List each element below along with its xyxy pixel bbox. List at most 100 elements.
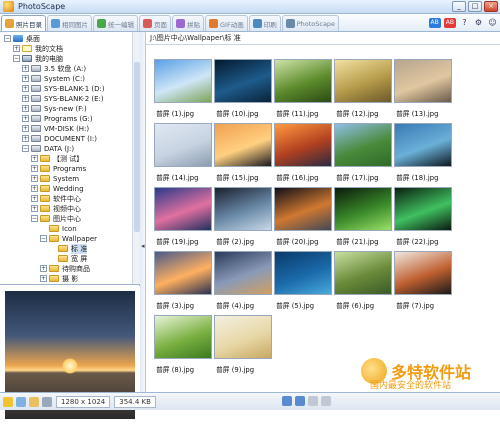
tree-node[interactable]: Icon [40, 224, 77, 233]
tree-node[interactable]: + 摄 影 [40, 274, 78, 283]
thumbnail-image[interactable] [394, 251, 452, 295]
thumbnail-item[interactable]: 普屏 (4).jpg [214, 251, 272, 315]
thumbnail-image[interactable] [334, 251, 392, 295]
thumbnail-item[interactable]: 普屏 (13).jpg [394, 59, 452, 123]
expander-icon[interactable]: + [22, 95, 29, 102]
expander-icon[interactable]: + [22, 125, 29, 132]
thumbnail-image[interactable] [214, 315, 272, 359]
tab-2[interactable]: 统一编辑 [93, 15, 138, 31]
expander-icon[interactable]: − [31, 215, 38, 222]
tab-4[interactable]: 拼贴 [172, 15, 204, 31]
expander-icon[interactable]: + [22, 105, 29, 112]
thumbnail-image[interactable] [394, 123, 452, 167]
view-icon[interactable] [42, 396, 52, 407]
thumbnail-item[interactable]: 普屏 (16).jpg [274, 123, 332, 187]
thumbnail-image[interactable] [334, 59, 392, 103]
thumbnail-item[interactable]: 普屏 (12).jpg [334, 59, 392, 123]
thumbnail-item[interactable]: 普屏 (21).jpg [334, 187, 392, 251]
tree-node[interactable]: +3.5 软盘 (A:) [22, 64, 86, 73]
expander-icon[interactable]: + [22, 75, 29, 82]
tree-node[interactable]: + Sys-new (F:) [22, 104, 87, 113]
tree-node[interactable]: + 待购商品 [40, 264, 90, 273]
expander-icon[interactable]: − [22, 145, 29, 152]
thumbnail-image[interactable] [214, 123, 272, 167]
thumbnail-item[interactable]: 普屏 (18).jpg [394, 123, 452, 187]
expander-icon[interactable]: + [40, 265, 47, 272]
thumbnail-image[interactable] [274, 123, 332, 167]
thumbnail-item[interactable]: 普屏 (5).jpg [274, 251, 332, 315]
tab-3[interactable]: 页面 [139, 15, 171, 31]
tree-node[interactable]: + Programs (G:) [22, 114, 93, 123]
expander-icon[interactable]: + [31, 165, 38, 172]
tab-0[interactable]: 照片目录 [1, 15, 46, 31]
tree-node[interactable]: − 我的电脑 [13, 54, 63, 63]
thumbnail-image[interactable] [334, 123, 392, 167]
thumbnail-item[interactable]: 普屏 (7).jpg [394, 251, 452, 315]
tab-6[interactable]: 印刷 [248, 15, 281, 31]
tab-1[interactable]: 相同图片 [47, 15, 92, 31]
thumbnail-image[interactable] [214, 251, 272, 295]
expander-icon[interactable]: + [31, 175, 38, 182]
tree-node[interactable]: + 视频中心 [31, 204, 81, 213]
star-icon[interactable] [3, 396, 13, 407]
tree-node[interactable]: + Wedding [31, 184, 84, 193]
search-icon[interactable] [321, 396, 331, 406]
tree-node[interactable]: − 桌面 [4, 34, 40, 43]
thumbnail-image[interactable] [394, 187, 452, 231]
thumbnail-image[interactable] [214, 187, 272, 231]
tab-7[interactable]: PhotoScape [281, 15, 340, 31]
thumbnail-item[interactable]: 普屏 (11).jpg [274, 59, 332, 123]
tab-5[interactable]: GIF动画 [205, 15, 248, 31]
tree-node[interactable]: + System [31, 174, 79, 183]
thumbnail-item[interactable]: 普屏 (3).jpg [154, 251, 212, 315]
thumbnail-image[interactable] [154, 59, 212, 103]
expander-icon[interactable]: + [22, 65, 29, 72]
thumbnail-image[interactable] [154, 251, 212, 295]
tree-node[interactable]: + SYS-BLANK-2 (E:) [22, 94, 104, 103]
expander-icon[interactable]: + [22, 115, 29, 122]
close-button[interactable]: × [484, 1, 498, 12]
tree-node[interactable]: 宽 屏 [49, 254, 87, 263]
tree-node[interactable]: + Programs [31, 164, 86, 173]
tree-node[interactable]: − Wallpaper [40, 234, 97, 243]
folder-icon[interactable] [29, 396, 39, 407]
tree-node[interactable]: − 图片中心 [31, 214, 81, 223]
badge-b[interactable]: AB [443, 17, 456, 28]
expander-icon[interactable]: + [13, 45, 20, 52]
thumbnail-item[interactable]: 普屏 (22).jpg [394, 187, 452, 251]
tree-node[interactable]: + System (C:) [22, 74, 85, 83]
badge-a[interactable]: AB [428, 17, 441, 28]
thumbnail-image[interactable] [274, 187, 332, 231]
expander-icon[interactable]: + [22, 85, 29, 92]
expander-icon[interactable]: + [31, 155, 38, 162]
expander-icon[interactable]: + [31, 205, 38, 212]
expander-icon[interactable]: + [31, 195, 38, 202]
expander-icon[interactable]: − [4, 35, 11, 42]
thumbnail-item[interactable]: 普屏 (1).jpg [154, 59, 212, 123]
user-icon[interactable]: ☺ [487, 17, 498, 28]
thumbnail-item[interactable]: 普屏 (6).jpg [334, 251, 392, 315]
expander-icon[interactable]: + [22, 135, 29, 142]
thumbnail-item[interactable]: 普屏 (20).jpg [274, 187, 332, 251]
tree-node[interactable]: + SYS-BLANK-1 (D:) [22, 84, 105, 93]
tree-node[interactable]: + DOCUMENT (I:) [22, 134, 97, 143]
thumbnail-item[interactable]: 普屏 (2).jpg [214, 187, 272, 251]
thumbnail-image[interactable] [394, 59, 452, 103]
thumbnail-image[interactable] [154, 123, 212, 167]
thumbnail-item[interactable]: 普屏 (19).jpg [154, 187, 212, 251]
thumbnail-item[interactable]: 普屏 (14).jpg [154, 123, 212, 187]
help-icon[interactable]: ? [459, 17, 470, 28]
thumbnail-item[interactable]: 普屏 (15).jpg [214, 123, 272, 187]
thumbnail-item[interactable]: 普屏 (17).jpg [334, 123, 392, 187]
rotate-right-icon[interactable] [295, 396, 305, 406]
thumbnail-item[interactable]: 普屏 (8).jpg [154, 315, 212, 379]
tree-node[interactable]: + 【测 试】 [31, 154, 83, 163]
collapse-arrow-icon[interactable]: ◂ [141, 242, 145, 250]
thumbnail-item[interactable]: 普屏 (9).jpg [214, 315, 272, 379]
expander-icon[interactable]: − [13, 55, 20, 62]
tree-node[interactable]: + 我的文档 [13, 44, 63, 53]
thumbnail-image[interactable] [214, 59, 272, 103]
thumbnail-image[interactable] [274, 59, 332, 103]
tree-node[interactable]: 标 准 [49, 243, 88, 254]
thumbnail-image[interactable] [154, 187, 212, 231]
